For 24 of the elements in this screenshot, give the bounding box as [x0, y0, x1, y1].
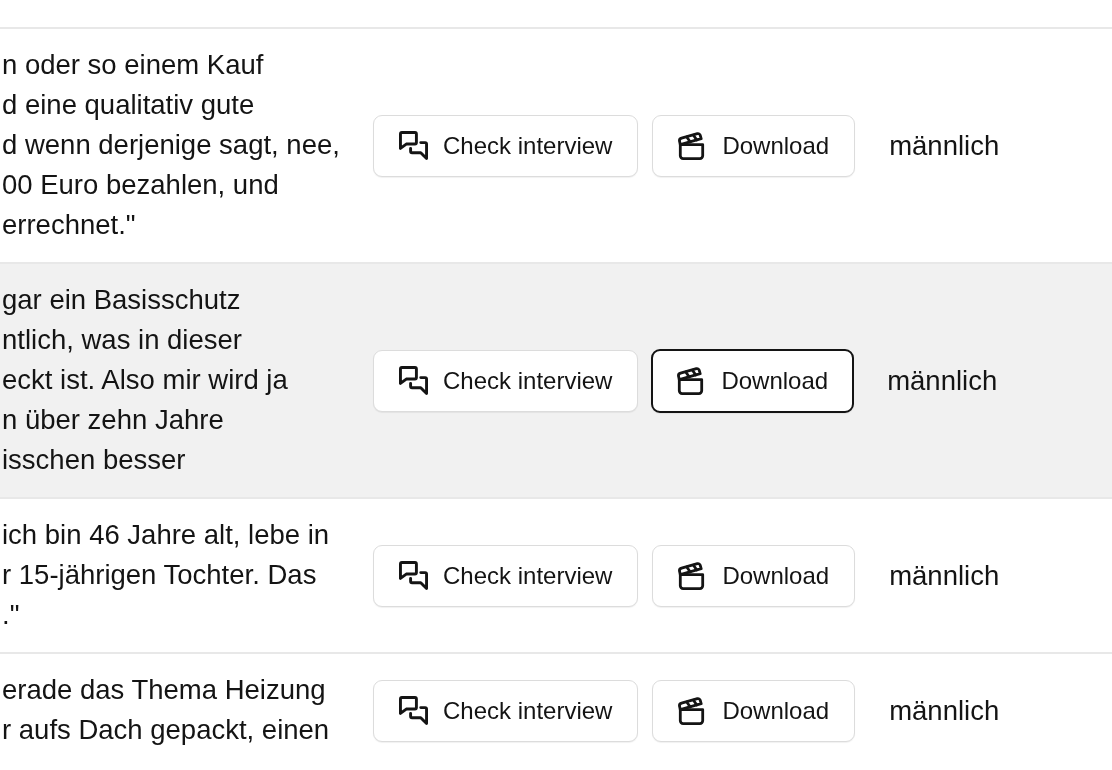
- gender-text: männlich: [889, 128, 1000, 163]
- clapperboard-icon: [678, 696, 706, 725]
- chat-bubbles-icon: [399, 366, 428, 395]
- download-button[interactable]: Download: [652, 544, 856, 607]
- download-button[interactable]: Download: [652, 679, 856, 742]
- gender-text: männlich: [887, 363, 998, 398]
- chat-bubbles-icon: [399, 696, 428, 725]
- check-interview-button[interactable]: Check interview: [373, 544, 639, 607]
- quote-text: n oder so einem Kauf d eine qualitativ gute d wenn derjenige sagt, nee, 00 Euro bezahlen, und errechnet.": [1, 48, 341, 242]
- download-button[interactable]: Download: [651, 348, 855, 413]
- quote-text: erade das Thema Heizung r aufs Dach gepackt, einen: [1, 673, 331, 747]
- gender-text: männlich: [889, 693, 1000, 728]
- check-interview-button[interactable]: Check interview: [373, 349, 639, 412]
- clapperboard-icon: [678, 131, 706, 160]
- gender-text: männlich: [889, 558, 1000, 593]
- clapperboard-icon: [678, 561, 706, 590]
- download-button[interactable]: Download: [652, 114, 856, 177]
- chat-bubbles-icon: [399, 131, 428, 160]
- check-interview-button[interactable]: Check interview: [373, 679, 639, 742]
- check-interview-button[interactable]: Check interview: [373, 114, 639, 177]
- chat-bubbles-icon: [399, 561, 428, 590]
- clapperboard-icon: [677, 366, 705, 395]
- quote-text: gar ein Basisschutz ntlich, was in dieser eckt ist. Also mir wird ja n über zehn Jahre isschen besser: [1, 283, 289, 477]
- quote-text: ich bin 46 Jahre alt, lebe in r 15-jährigen Tochter. Das .": [1, 518, 331, 632]
